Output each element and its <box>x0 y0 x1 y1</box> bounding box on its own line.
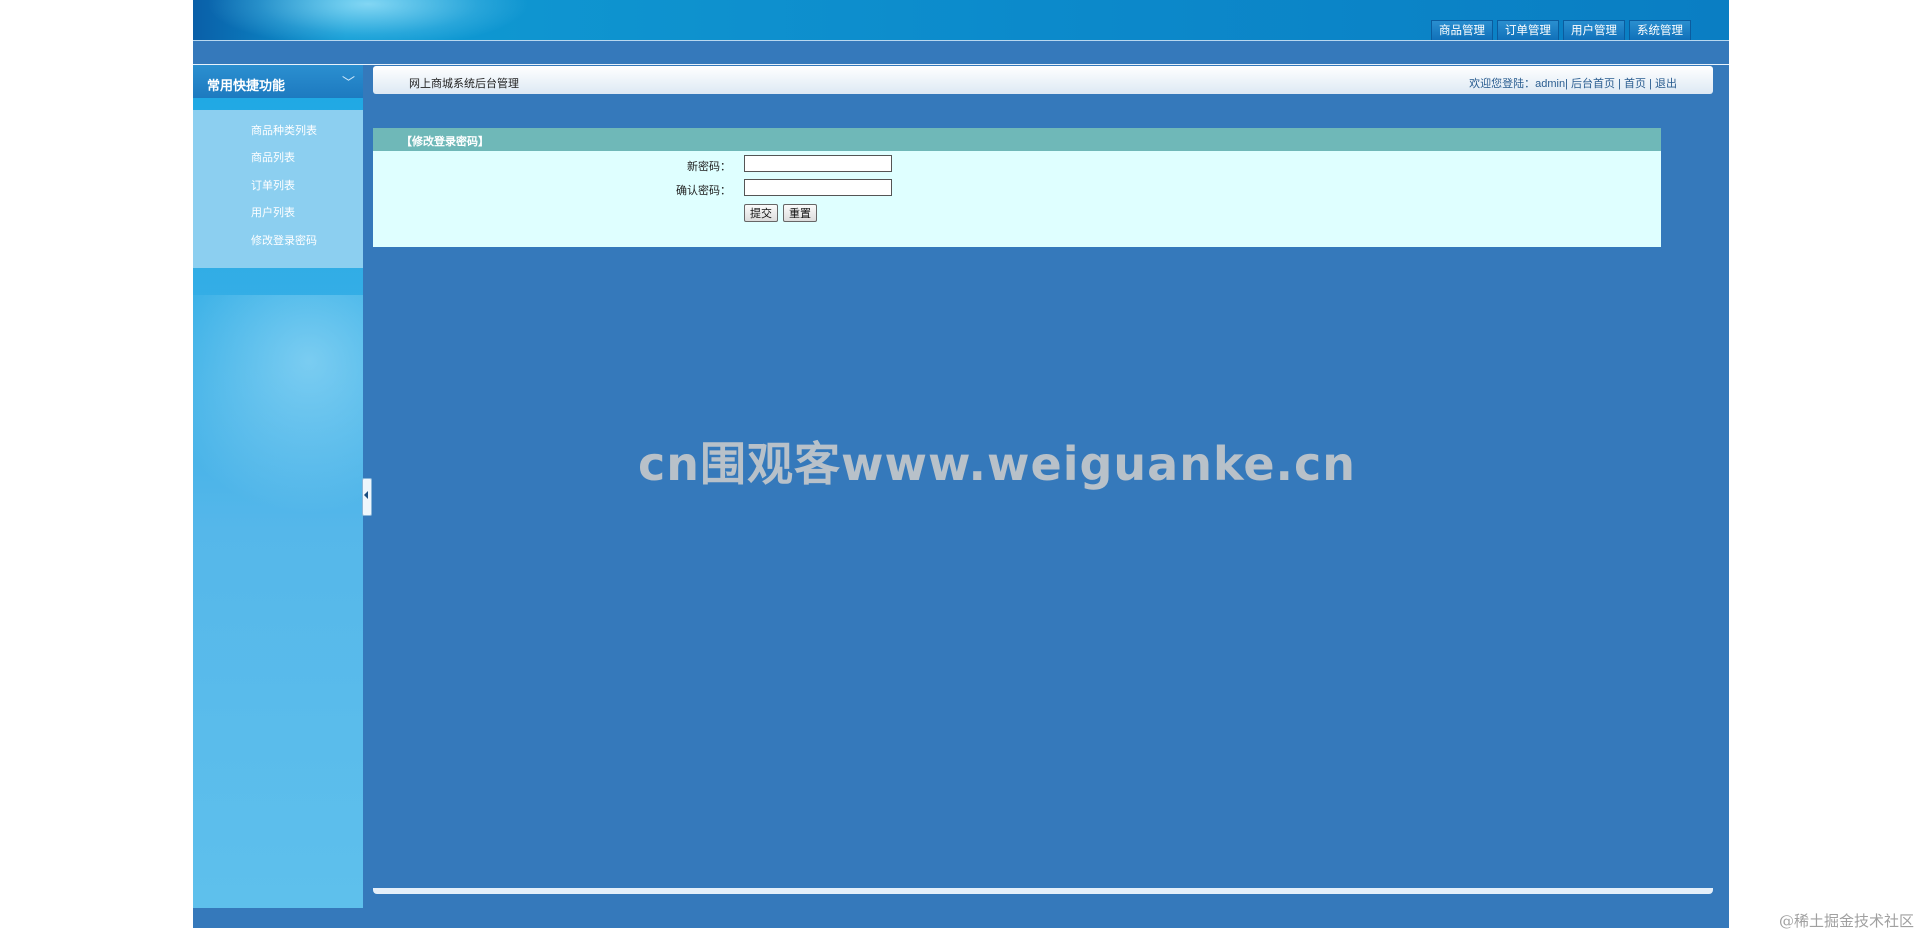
sidebar-title: 常用快捷功能 <box>207 78 286 93</box>
change-password-panel: 【修改登录密码】 新密码： 确认密码： 提交 重置 <box>373 128 1661 247</box>
sidebar-item-order-list[interactable]: 订单列表 <box>251 177 295 193</box>
top-nav: 商品管理 订单管理 用户管理 系统管理 <box>1431 20 1691 42</box>
nav-tab-products[interactable]: 商品管理 <box>1431 20 1493 42</box>
link-admin-home[interactable]: 后台首页 <box>1571 78 1615 90</box>
header-strip <box>193 41 1729 64</box>
sidebar-item-product-list[interactable]: 商品列表 <box>251 149 295 165</box>
strip-divider <box>193 64 1729 65</box>
top-header: 商品管理 订单管理 用户管理 系统管理 <box>193 0 1729 42</box>
welcome-text: 欢迎您登陆： <box>1469 78 1536 90</box>
user-links: 欢迎您登陆：admin| 后台首页 | 首页 | 退出 <box>1469 78 1677 90</box>
platform-credit: @稀土掘金技术社区 <box>1778 912 1914 930</box>
confirm-password-label: 确认密码： <box>676 185 731 197</box>
sidebar-menu: 商品种类列表 商品列表 订单列表 用户列表 修改登录密码 <box>193 110 363 268</box>
watermark-text: cn围观客www.weiguanke.cn <box>638 437 1357 491</box>
confirm-password-input[interactable] <box>744 179 892 196</box>
sidebar-item-change-password[interactable]: 修改登录密码 <box>251 232 317 248</box>
new-password-input[interactable] <box>744 155 892 172</box>
sidebar-decoration <box>193 295 363 515</box>
link-home[interactable]: 首页 <box>1624 78 1646 90</box>
nav-tab-system[interactable]: 系统管理 <box>1629 20 1691 42</box>
collapse-arrow-icon <box>364 491 368 499</box>
reset-button[interactable]: 重置 <box>783 204 817 222</box>
chevron-down-icon[interactable]: ﹀ <box>342 72 355 91</box>
submit-button[interactable]: 提交 <box>744 204 778 222</box>
header-decoration <box>193 0 533 40</box>
admin-page: 商品管理 订单管理 用户管理 系统管理 常用快捷功能 ﹀ 商品种类列表 商品列表… <box>193 0 1729 928</box>
new-password-label: 新密码： <box>687 161 731 173</box>
nav-tab-users[interactable]: 用户管理 <box>1563 20 1625 42</box>
sidebar-header[interactable]: 常用快捷功能 ﹀ <box>193 65 363 98</box>
link-logout[interactable]: 退出 <box>1655 78 1677 90</box>
panel-title: 【修改登录密码】 <box>401 136 489 148</box>
sidebar-collapse-toggle[interactable] <box>362 478 372 516</box>
page-title: 网上商城系统后台管理 <box>409 78 519 90</box>
breadcrumb-bar: 网上商城系统后台管理 欢迎您登陆：admin| 后台首页 | 首页 | 退出 <box>373 66 1713 94</box>
sidebar-item-category-list[interactable]: 商品种类列表 <box>251 122 317 138</box>
nav-tab-orders[interactable]: 订单管理 <box>1497 20 1559 42</box>
panel-header: 【修改登录密码】 <box>373 128 1661 151</box>
footer-bar <box>373 888 1713 894</box>
sidebar-item-user-list[interactable]: 用户列表 <box>251 204 295 220</box>
sidebar: 常用快捷功能 ﹀ 商品种类列表 商品列表 订单列表 用户列表 修改登录密码 <box>193 65 363 908</box>
username: admin <box>1535 78 1566 90</box>
